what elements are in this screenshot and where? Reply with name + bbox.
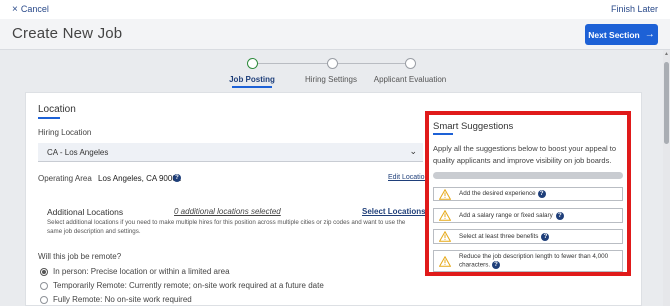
radio-button[interactable]: [40, 281, 48, 290]
hiring-location-select[interactable]: CA - Los Angeles ⌄: [38, 143, 423, 162]
suggestion-text: Add the desired experience: [459, 190, 536, 197]
radio-button[interactable]: [40, 295, 48, 304]
cancel-button[interactable]: × Cancel: [12, 4, 49, 14]
active-step-underline: [232, 86, 272, 88]
edit-location-link[interactable]: Edit Location: [388, 174, 428, 181]
radio-button-checked[interactable]: [40, 267, 48, 276]
suggestion-text: Add a salary range or fixed salary: [459, 211, 553, 219]
help-icon[interactable]: ?: [541, 232, 550, 241]
suggestions-progress-bar: [433, 172, 623, 179]
step-indicator-job-posting[interactable]: [247, 58, 258, 69]
suggestion-item[interactable]: Select at least three benefits ?: [433, 229, 623, 244]
hiring-location-label: Hiring Location: [38, 128, 92, 137]
remote-option-label: Fully Remote: No on-site work required: [53, 295, 192, 304]
warning-icon: [439, 210, 451, 221]
step-indicator-hiring-settings[interactable]: [327, 58, 338, 69]
progress-stepper: Job Posting Hiring Settings Applicant Ev…: [0, 56, 663, 91]
additional-locations-count: 0 additional locations selected: [174, 207, 281, 216]
operating-area-value: Los Angeles, CA 90001: [98, 174, 182, 183]
top-bar: × Cancel Finish Later: [0, 0, 670, 19]
next-section-label: Next Section: [588, 29, 640, 40]
additional-locations-title: Additional Locations: [47, 207, 124, 217]
warning-icon: [439, 231, 451, 242]
step-connector: [258, 63, 327, 64]
step-connector: [338, 63, 405, 64]
suggestion-item[interactable]: Reduce the job description length to few…: [433, 250, 623, 272]
remote-option-in-person[interactable]: In person: Precise location or within a …: [40, 267, 230, 276]
warning-icon: [439, 255, 451, 267]
arrow-right-icon: →: [644, 29, 655, 40]
warning-icon: [439, 188, 451, 200]
close-icon: ×: [12, 3, 18, 15]
remote-question: Will this job be remote?: [38, 252, 122, 261]
suggestion-text: Reduce the job description length to few…: [459, 253, 619, 270]
remote-option-label: Temporarily Remote: Currently remote; on…: [53, 281, 324, 290]
suggestion-text: Select at least three benefits: [459, 232, 539, 240]
operating-area: Operating Area Los Angeles, CA 90001: [38, 174, 181, 183]
remote-option-label: In person: Precise location or within a …: [53, 267, 230, 276]
step-label-job-posting[interactable]: Job Posting: [229, 75, 275, 84]
suggestion-text-content: Reduce the job description length to few…: [459, 252, 609, 269]
step-label-hiring-settings[interactable]: Hiring Settings: [305, 75, 357, 84]
step-label-applicant-evaluation[interactable]: Applicant Evaluation: [374, 75, 447, 84]
section-title-underline: [38, 117, 60, 119]
remote-option-temporarily-remote[interactable]: Temporarily Remote: Currently remote; on…: [40, 281, 324, 290]
help-icon[interactable]: ?: [555, 211, 564, 220]
select-locations-link[interactable]: Select Locations: [362, 207, 426, 216]
help-icon[interactable]: ?: [537, 190, 546, 198]
page-scrollbar[interactable]: ▲: [663, 50, 670, 306]
suggestion-item[interactable]: Add a salary range or fixed salary ?: [433, 208, 623, 223]
hiring-location-value: CA - Los Angeles: [47, 148, 109, 157]
help-icon[interactable]: ?: [173, 174, 181, 182]
remote-option-fully-remote[interactable]: Fully Remote: No on-site work required: [40, 295, 192, 304]
smart-suggestions-panel: Smart Suggestions Apply all the suggesti…: [425, 111, 631, 276]
scrollbar-thumb[interactable]: [664, 62, 669, 144]
finish-later-button[interactable]: Finish Later: [611, 4, 658, 14]
additional-locations-description: Select additional locations if you need …: [47, 219, 406, 235]
smart-suggestions-underline: [433, 133, 453, 135]
next-section-button[interactable]: Next Section →: [585, 24, 658, 45]
cancel-label: Cancel: [20, 4, 49, 14]
section-title: Location: [38, 104, 76, 115]
scroll-up-icon[interactable]: ▲: [663, 51, 670, 57]
page-header: Create New Job Next Section →: [0, 19, 670, 50]
chevron-down-icon: ⌄: [409, 146, 417, 156]
suggestion-item[interactable]: Add the desired experience ?: [433, 187, 623, 201]
smart-suggestions-title: Smart Suggestions: [433, 121, 514, 132]
operating-area-label: Operating Area: [38, 174, 92, 183]
step-indicator-applicant-evaluation[interactable]: [405, 58, 416, 69]
help-icon[interactable]: ?: [491, 260, 500, 269]
page-title: Create New Job: [12, 25, 123, 42]
smart-suggestions-description: Apply all the suggestions below to boost…: [433, 144, 617, 165]
